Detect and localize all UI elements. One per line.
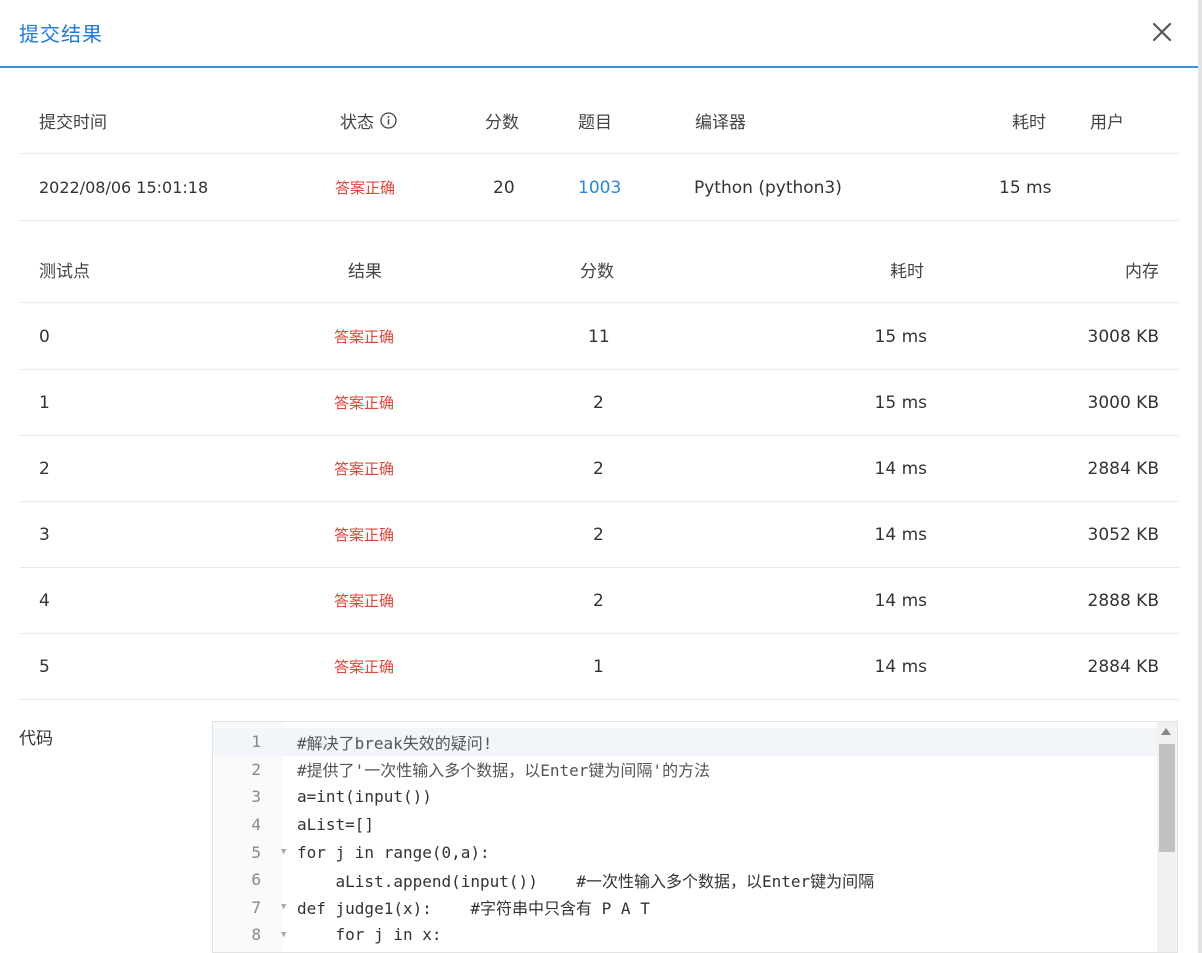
code-line: 3 a=int(input()) <box>213 783 1157 811</box>
case-score: 2 <box>593 590 604 611</box>
line-number: 3 <box>251 787 261 807</box>
code-text: #解决了break失效的疑问! <box>297 733 493 753</box>
fold-arrow-icon[interactable]: ▼ <box>281 847 286 857</box>
case-elapsed: 15 ms <box>874 392 927 413</box>
problem-link[interactable]: 1003 <box>578 155 621 220</box>
header-user: 用户 <box>1090 113 1124 133</box>
line-number: 1 <box>251 732 261 752</box>
fold-arrow-icon[interactable]: ▼ <box>281 902 286 912</box>
close-button[interactable] <box>1148 18 1176 46</box>
total-elapsed: 15 ms <box>999 177 1052 198</box>
modal-title: 提交结果 <box>19 22 103 46</box>
case-result: 答案正确 <box>334 526 395 544</box>
table-row: 1 答案正确 2 15 ms 3000 KB <box>19 370 1179 436</box>
code-text: aList.append(input()) #一次性输入多个数据，以Enter键… <box>297 871 875 891</box>
case-id: 1 <box>39 392 50 413</box>
code-line: 7 ▼ def judge1(x): #字符串中只含有 P A T <box>213 894 1157 922</box>
table-row: 4 答案正确 2 14 ms 2888 KB <box>19 568 1179 634</box>
code-line: 2 #提供了'一次性输入多个数据，以Enter键为间隔'的方法 <box>213 756 1157 784</box>
code-line: 4 aList=[] <box>213 811 1157 839</box>
header-case-memory: 内存 <box>1125 262 1159 282</box>
header-status-label: 状态 <box>340 113 374 133</box>
testcase-table: 测试点 结果 分数 耗时 内存 0 答案正确 11 15 ms 3008 KB … <box>19 237 1179 702</box>
line-number: 5 <box>251 842 261 862</box>
case-elapsed: 14 ms <box>874 524 927 545</box>
code-text: #提供了'一次性输入多个数据，以Enter键为间隔'的方法 <box>297 761 711 781</box>
code-line: 1 #解决了break失效的疑问! <box>213 728 1157 756</box>
header-submit-time: 提交时间 <box>39 113 107 133</box>
code-label: 代码 <box>19 729 53 749</box>
header-score: 分数 <box>485 113 519 133</box>
modal-header: 提交结果 <box>0 0 1198 68</box>
line-number: 2 <box>251 759 261 779</box>
code-text: for j in x: <box>297 925 442 945</box>
case-memory: 2884 KB <box>1087 656 1159 677</box>
header-elapsed: 耗时 <box>1012 113 1046 133</box>
total-score: 20 <box>493 177 515 198</box>
code-text: def judge1(x): #字符串中只含有 P A T <box>297 899 650 919</box>
case-id: 2 <box>39 458 50 479</box>
close-icon <box>1152 22 1172 42</box>
case-elapsed: 15 ms <box>874 326 927 347</box>
testcase-header-row: 测试点 结果 分数 耗时 内存 <box>19 237 1179 303</box>
code-text: a=int(input()) <box>297 787 432 807</box>
case-elapsed: 14 ms <box>874 656 927 677</box>
line-number: 6 <box>251 870 261 890</box>
header-problem: 题目 <box>578 113 612 133</box>
case-memory: 2888 KB <box>1087 590 1159 611</box>
case-result: 答案正确 <box>334 592 395 610</box>
case-score: 1 <box>593 656 604 677</box>
window-edge <box>1198 0 1202 953</box>
case-memory: 3000 KB <box>1087 392 1159 413</box>
code-editor[interactable]: 1 #解决了break失效的疑问! 2 #提供了'一次性输入多个数据，以Ente… <box>212 721 1178 953</box>
case-result: 答案正确 <box>334 658 395 676</box>
status-badge: 答案正确 <box>335 179 396 197</box>
case-id: 0 <box>39 326 50 347</box>
submit-time: 2022/08/06 15:01:18 <box>39 178 209 197</box>
header-case-id: 测试点 <box>39 262 90 282</box>
code-line: 8 ▼ for j in x: <box>213 921 1157 949</box>
code-line: 5 ▼ for j in range(0,a): <box>213 838 1157 866</box>
info-icon[interactable] <box>380 112 397 129</box>
case-score: 11 <box>588 326 610 347</box>
line-number: 8 <box>251 925 261 945</box>
summary-table: 提交时间 状态 分数 题目 编译器 耗时 用户 2022/08/06 15:01… <box>19 88 1179 222</box>
summary-row: 2022/08/06 15:01:18 答案正确 20 1003 Python … <box>19 155 1179 221</box>
header-case-elapsed: 耗时 <box>890 262 924 282</box>
header-status: 状态 <box>340 88 397 153</box>
table-row: 3 答案正确 2 14 ms 3052 KB <box>19 502 1179 568</box>
case-result: 答案正确 <box>334 394 395 412</box>
header-compiler: 编译器 <box>695 113 746 133</box>
case-id: 5 <box>39 656 50 677</box>
scroll-up-icon[interactable] <box>1161 728 1171 735</box>
case-score: 2 <box>593 392 604 413</box>
table-row: 2 答案正确 2 14 ms 2884 KB <box>19 436 1179 502</box>
fold-arrow-icon[interactable]: ▼ <box>281 930 286 940</box>
code-text: aList=[] <box>297 815 375 835</box>
case-id: 3 <box>39 524 50 545</box>
header-case-score: 分数 <box>580 262 614 282</box>
case-result: 答案正确 <box>334 460 395 478</box>
header-case-result: 结果 <box>348 262 382 282</box>
table-row: 0 答案正确 11 15 ms 3008 KB <box>19 304 1179 370</box>
line-number: 4 <box>251 815 261 835</box>
code-text: for j in range(0,a): <box>297 842 490 862</box>
case-memory: 3008 KB <box>1087 326 1159 347</box>
compiler-name: Python (python3) <box>694 177 842 198</box>
scroll-thumb[interactable] <box>1159 744 1175 852</box>
case-memory: 2884 KB <box>1087 458 1159 479</box>
case-id: 4 <box>39 590 50 611</box>
case-memory: 3052 KB <box>1087 524 1159 545</box>
case-score: 2 <box>593 458 604 479</box>
table-row: 5 答案正确 1 14 ms 2884 KB <box>19 634 1179 700</box>
line-number: 7 <box>251 897 261 917</box>
case-result: 答案正确 <box>334 328 395 346</box>
code-line: 6 aList.append(input()) #一次性输入多个数据，以Ente… <box>213 866 1157 894</box>
summary-header-row: 提交时间 状态 分数 题目 编译器 耗时 用户 <box>19 88 1179 154</box>
case-elapsed: 14 ms <box>874 590 927 611</box>
case-elapsed: 14 ms <box>874 458 927 479</box>
case-score: 2 <box>593 524 604 545</box>
